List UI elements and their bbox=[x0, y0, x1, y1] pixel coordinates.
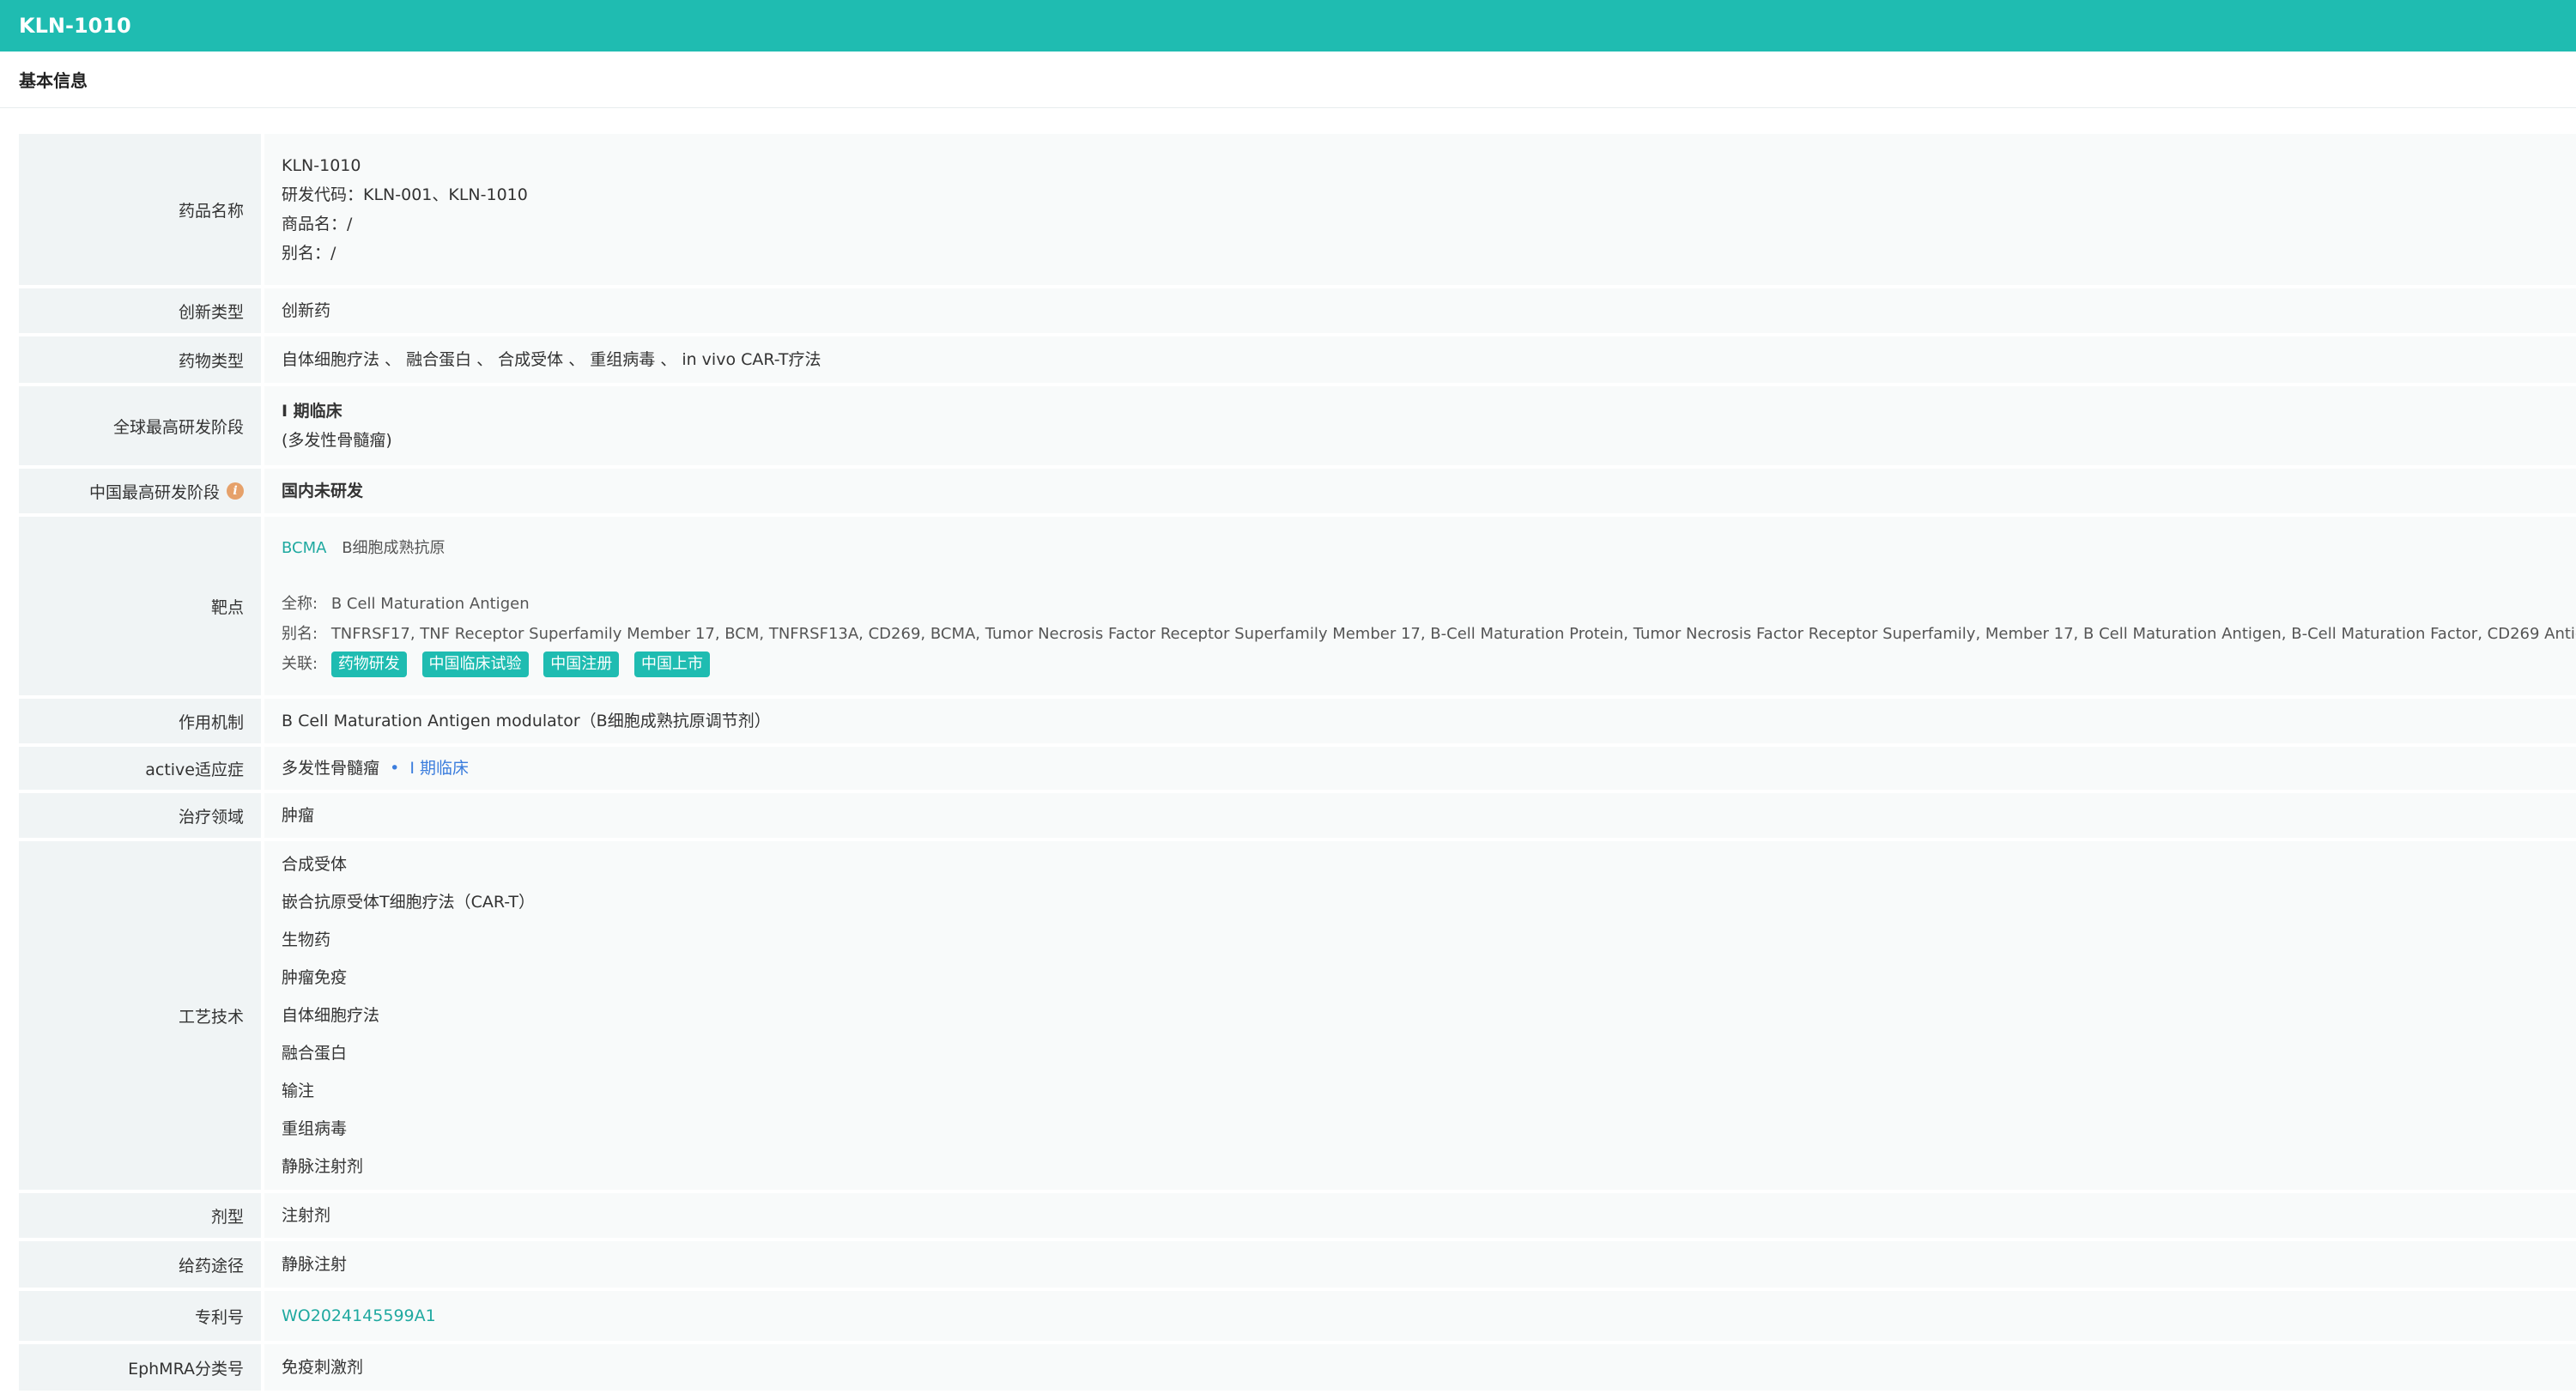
technology-item: 静脉注射剂 bbox=[282, 1157, 364, 1176]
global-stage-indication: (多发性骨髓瘤) bbox=[282, 431, 392, 450]
row-china-stage: 中国最高研发阶段 i 国内未研发 bbox=[19, 469, 2576, 513]
target-aliases: 别名: TNFRSF17, TNF Receptor Superfamily M… bbox=[282, 619, 2576, 649]
tag-china-registration[interactable]: 中国注册 bbox=[543, 652, 620, 677]
row-value: 多发性骨髓瘤 • I 期临床 bbox=[264, 747, 2576, 790]
technology-item: 肿瘤免疫 bbox=[282, 968, 348, 987]
dosage-form-value: 注射剂 bbox=[282, 1206, 331, 1225]
row-innovation-type: 创新类型 创新药 bbox=[19, 288, 2576, 333]
china-stage-value: 国内未研发 bbox=[282, 482, 364, 500]
drug-code: 研发代码：KLN-001、KLN-1010 bbox=[282, 185, 528, 204]
row-label: 工艺技术 bbox=[19, 841, 261, 1190]
row-global-stage: 全球最高研发阶段 I 期临床 (多发性骨髓瘤) bbox=[19, 386, 2576, 465]
section-header: 基本信息 bbox=[0, 52, 2576, 108]
row-active-indication: active适应症 多发性骨髓瘤 • I 期临床 bbox=[19, 747, 2576, 790]
row-value: I 期临床 (多发性骨髓瘤) bbox=[264, 386, 2576, 465]
row-label: 靶点 bbox=[19, 517, 261, 695]
info-table: 药品名称 KLN-1010 研发代码：KLN-001、KLN-1010 商品名：… bbox=[19, 134, 2576, 1394]
mechanism-value: B Cell Maturation Antigen modulator（B细胞成… bbox=[282, 712, 771, 730]
row-technology: 工艺技术 合成受体 嵌合抗原受体T细胞疗法（CAR-T） 生物药 肿瘤免疫 自体… bbox=[19, 841, 2576, 1190]
row-therapeutic-area: 治疗领域 肿瘤 bbox=[19, 793, 2576, 838]
row-route: 给药途径 静脉注射 bbox=[19, 1241, 2576, 1288]
page-title-bar: KLN-1010 bbox=[0, 0, 2576, 52]
row-label: 全球最高研发阶段 bbox=[19, 386, 261, 465]
row-value: 国内未研发 bbox=[264, 469, 2576, 513]
row-value: WO2024145599A1 bbox=[264, 1291, 2576, 1341]
row-label: 中国最高研发阶段 i bbox=[19, 469, 261, 513]
row-value: 创新药 bbox=[264, 288, 2576, 333]
row-drug-name: 药品名称 KLN-1010 研发代码：KLN-001、KLN-1010 商品名：… bbox=[19, 134, 2576, 285]
row-label: active适应症 bbox=[19, 747, 261, 790]
row-label: 作用机制 bbox=[19, 699, 261, 743]
route-value: 静脉注射 bbox=[282, 1255, 348, 1274]
row-patent: 专利号 WO2024145599A1 bbox=[19, 1291, 2576, 1341]
drug-alias: 别名：/ bbox=[282, 244, 336, 263]
row-value: 静脉注射 bbox=[264, 1241, 2576, 1288]
target-fullname: 全称: B Cell Maturation Antigen bbox=[282, 589, 2559, 619]
row-label: 专利号 bbox=[19, 1291, 261, 1341]
target-symbol-link[interactable]: BCMA bbox=[282, 539, 326, 557]
row-ephmra: EphMRA分类号 免疫刺激剂 bbox=[19, 1344, 2576, 1391]
target-alias-value: TNFRSF17, TNF Receptor Superfamily Membe… bbox=[330, 625, 2576, 643]
bullet-dot: • bbox=[390, 759, 400, 778]
technology-item: 自体细胞疗法 bbox=[282, 1006, 380, 1025]
row-value: BCMA B细胞成熟抗原 全称: B Cell Maturation Antig… bbox=[264, 517, 2576, 695]
info-icon[interactable]: i bbox=[227, 482, 244, 500]
row-value: 合成受体 嵌合抗原受体T细胞疗法（CAR-T） 生物药 肿瘤免疫 自体细胞疗法 … bbox=[264, 841, 2576, 1190]
technology-item: 重组病毒 bbox=[282, 1119, 348, 1138]
row-label: 药品名称 bbox=[19, 134, 261, 285]
drug-type-value: 自体细胞疗法 、 融合蛋白 、 合成受体 、 重组病毒 、 in vivo CA… bbox=[282, 350, 821, 369]
row-drug-type: 药物类型 自体细胞疗法 、 融合蛋白 、 合成受体 、 重组病毒 、 in vi… bbox=[19, 336, 2576, 383]
active-indication-stage-link[interactable]: I 期临床 bbox=[409, 759, 469, 778]
active-indication-line: 多发性骨髓瘤 • I 期临床 bbox=[282, 754, 2559, 783]
row-label: 给药途径 bbox=[19, 1241, 261, 1288]
target-fullname-value: B Cell Maturation Antigen bbox=[330, 595, 530, 613]
section-title: 基本信息 bbox=[19, 70, 88, 91]
tag-china-trials[interactable]: 中国临床试验 bbox=[421, 652, 529, 677]
row-value: 肿瘤 bbox=[264, 793, 2576, 838]
target-related: 关联: 药物研发 中国临床试验 中国注册 中国上市 bbox=[282, 649, 2559, 679]
technology-item: 融合蛋白 bbox=[282, 1044, 348, 1063]
row-mechanism: 作用机制 B Cell Maturation Antigen modulator… bbox=[19, 699, 2576, 743]
row-value: 自体细胞疗法 、 融合蛋白 、 合成受体 、 重组病毒 、 in vivo CA… bbox=[264, 336, 2576, 383]
technology-item: 输注 bbox=[282, 1082, 315, 1100]
row-dosage-form: 剂型 注射剂 bbox=[19, 1193, 2576, 1238]
row-target: 靶点 BCMA B细胞成熟抗原 全称: B Cell Maturation An… bbox=[19, 517, 2576, 695]
tag-drug-rd[interactable]: 药物研发 bbox=[330, 652, 407, 677]
technology-item: 生物药 bbox=[282, 930, 331, 949]
technology-item: 嵌合抗原受体T细胞疗法（CAR-T） bbox=[282, 893, 536, 912]
row-value: B Cell Maturation Antigen modulator（B细胞成… bbox=[264, 699, 2576, 743]
global-stage-value: I 期临床 bbox=[282, 402, 342, 421]
drug-trade-name: 商品名：/ bbox=[282, 215, 353, 233]
row-label: EphMRA分类号 bbox=[19, 1344, 261, 1391]
row-label: 药物类型 bbox=[19, 336, 261, 383]
target-fullname-label: 全称: bbox=[282, 595, 318, 613]
row-label-text: 中国最高研发阶段 bbox=[88, 482, 220, 502]
patent-link[interactable]: WO2024145599A1 bbox=[282, 1301, 2559, 1330]
target-symbol-desc: B细胞成熟抗原 bbox=[342, 539, 445, 557]
active-indication-value: 多发性骨髓瘤 bbox=[282, 759, 380, 778]
row-value: 注射剂 bbox=[264, 1193, 2576, 1238]
ephmra-value: 免疫刺激剂 bbox=[282, 1358, 364, 1377]
row-label: 创新类型 bbox=[19, 288, 261, 333]
therapeutic-area-value: 肿瘤 bbox=[282, 806, 315, 825]
target-related-label: 关联: bbox=[282, 655, 318, 673]
row-label: 剂型 bbox=[19, 1193, 261, 1238]
page-title: KLN-1010 bbox=[19, 14, 131, 38]
target-alias-label: 别名: bbox=[282, 625, 318, 643]
drug-name: KLN-1010 bbox=[282, 156, 361, 175]
row-value: 免疫刺激剂 bbox=[264, 1344, 2576, 1391]
technology-item: 合成受体 bbox=[282, 855, 348, 874]
row-value: KLN-1010 研发代码：KLN-001、KLN-1010 商品名：/ 别名：… bbox=[264, 134, 2576, 285]
row-label: 治疗领域 bbox=[19, 793, 261, 838]
innovation-type-value: 创新药 bbox=[282, 301, 331, 320]
tag-china-launch[interactable]: 中国上市 bbox=[634, 652, 711, 677]
target-summary: BCMA B细胞成熟抗原 bbox=[282, 533, 2559, 563]
